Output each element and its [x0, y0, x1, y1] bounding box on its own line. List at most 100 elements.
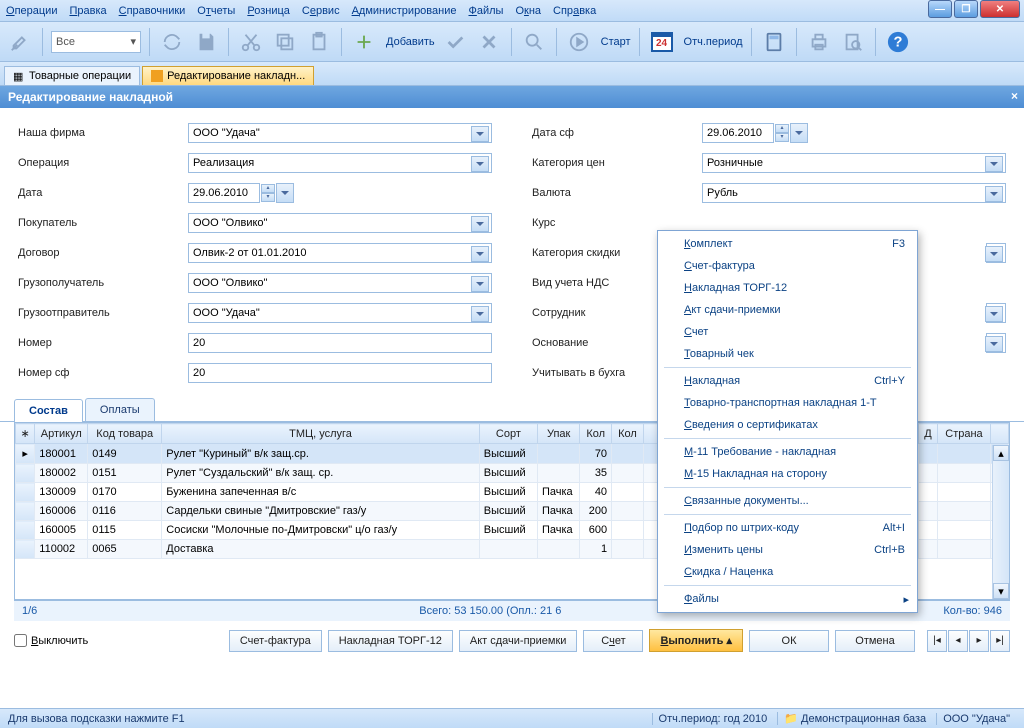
- menu-admin[interactable]: Администрирование: [352, 5, 457, 17]
- datesf-picker[interactable]: [790, 123, 808, 143]
- add-label[interactable]: Добавить: [386, 36, 435, 48]
- save-icon[interactable]: [192, 28, 220, 56]
- label-rate: Курс: [532, 217, 702, 229]
- menu-retail[interactable]: Розница: [247, 5, 290, 17]
- nav-last[interactable]: ▸|: [990, 630, 1010, 652]
- input-buyer[interactable]: ООО "Олвико": [188, 213, 492, 233]
- disable-checkbox[interactable]: Выключить: [14, 634, 88, 647]
- menu-reports[interactable]: Отчеты: [197, 5, 235, 17]
- tab-composition[interactable]: Состав: [14, 399, 83, 422]
- input-consignor[interactable]: ООО "Удача": [188, 303, 492, 323]
- input-basis[interactable]: [986, 333, 1006, 353]
- input-date[interactable]: 29.06.2010: [188, 183, 260, 203]
- delete-icon[interactable]: [475, 28, 503, 56]
- col-qty[interactable]: Кол: [580, 424, 612, 444]
- input-firm[interactable]: ООО "Удача": [188, 123, 492, 143]
- input-operation[interactable]: Реализация: [188, 153, 492, 173]
- calendar-icon[interactable]: 24: [648, 28, 676, 56]
- menu-item[interactable]: Связанные документы...: [660, 490, 915, 512]
- menu-service[interactable]: Сервис: [302, 5, 340, 17]
- btn-act[interactable]: Акт сдачи-приемки: [459, 630, 578, 652]
- nav-next[interactable]: ▸: [969, 630, 989, 652]
- period-label[interactable]: Отч.период: [684, 36, 743, 48]
- datesf-spinner[interactable]: ▴▾: [775, 124, 789, 142]
- menu-edit[interactable]: Правка: [69, 5, 106, 17]
- filter-combo[interactable]: Все▾: [51, 31, 141, 53]
- date-picker[interactable]: [276, 183, 294, 203]
- window-minimize[interactable]: —: [928, 0, 952, 18]
- menu-item[interactable]: Товарный чек: [660, 343, 915, 365]
- window-close[interactable]: ✕: [980, 0, 1020, 18]
- input-contract[interactable]: Олвик-2 от 01.01.2010: [188, 243, 492, 263]
- input-disc-cat[interactable]: [986, 243, 1006, 263]
- check-icon[interactable]: [441, 28, 469, 56]
- btn-invoice[interactable]: Счет-фактура: [229, 630, 322, 652]
- paste-icon[interactable]: [305, 28, 333, 56]
- col-sort[interactable]: Сорт: [479, 424, 537, 444]
- input-price-cat[interactable]: Розничные: [702, 153, 1006, 173]
- play-icon[interactable]: [565, 28, 593, 56]
- input-number-sf[interactable]: 20: [188, 363, 492, 383]
- menu-item[interactable]: НакладнаяCtrl+Y: [660, 370, 915, 392]
- menu-item[interactable]: Счет: [660, 321, 915, 343]
- refresh-icon[interactable]: [158, 28, 186, 56]
- col-indicator[interactable]: ∗: [16, 424, 35, 444]
- btn-ok[interactable]: ОК: [749, 630, 829, 652]
- add-icon[interactable]: [350, 28, 378, 56]
- btn-torg12[interactable]: Накладная ТОРГ-12: [328, 630, 453, 652]
- copy-icon[interactable]: [271, 28, 299, 56]
- menu-item[interactable]: Сведения о сертификатах: [660, 414, 915, 436]
- start-label[interactable]: Старт: [601, 36, 631, 48]
- window-maximize[interactable]: ❐: [954, 0, 978, 18]
- menu-item[interactable]: КомплектF3: [660, 233, 915, 255]
- btn-bill[interactable]: Счет: [583, 630, 643, 652]
- col-d[interactable]: Д: [918, 424, 937, 444]
- doctab-edit-invoice[interactable]: Редактирование накладн...: [142, 66, 314, 85]
- menu-help[interactable]: Справка: [553, 5, 596, 17]
- search-icon[interactable]: [520, 28, 548, 56]
- input-currency[interactable]: Рубль: [702, 183, 1006, 203]
- menu-operations[interactable]: Операции: [6, 5, 57, 17]
- menu-files[interactable]: Файлы: [468, 5, 503, 17]
- tab-payments[interactable]: Оплаты: [85, 398, 155, 421]
- col-name[interactable]: ТМЦ, услуга: [162, 424, 480, 444]
- help-icon[interactable]: ?: [884, 28, 912, 56]
- date-spinner[interactable]: ▴▾: [261, 184, 275, 202]
- menu-item[interactable]: Акт сдачи-приемки: [660, 299, 915, 321]
- col-qty2[interactable]: Кол: [612, 424, 644, 444]
- menu-item[interactable]: Скидка / Наценка: [660, 561, 915, 583]
- calc-icon[interactable]: [760, 28, 788, 56]
- menu-refs[interactable]: Справочники: [119, 5, 186, 17]
- menu-item[interactable]: Накладная ТОРГ-12: [660, 277, 915, 299]
- nav-prev[interactable]: ◂: [948, 630, 968, 652]
- doctab-operations[interactable]: ▦ Товарные операции: [4, 66, 140, 85]
- grid-icon: ▦: [13, 70, 25, 82]
- input-employee[interactable]: [986, 303, 1006, 323]
- input-date-sf[interactable]: 29.06.2010: [702, 123, 774, 143]
- btn-execute[interactable]: Выполнить ▴: [649, 629, 743, 652]
- col-code[interactable]: Код товара: [88, 424, 162, 444]
- menu-item[interactable]: Счет-фактура: [660, 255, 915, 277]
- menu-item[interactable]: Подбор по штрих-кодуAlt+I: [660, 517, 915, 539]
- menu-item[interactable]: Товарно-транспортная накладная 1-Т: [660, 392, 915, 414]
- menu-item[interactable]: Файлы: [660, 588, 915, 610]
- input-number[interactable]: 20: [188, 333, 492, 353]
- form-close[interactable]: ×: [1011, 89, 1018, 103]
- tools-icon[interactable]: [6, 28, 34, 56]
- input-consignee[interactable]: ООО "Олвико": [188, 273, 492, 293]
- btn-cancel[interactable]: Отмена: [835, 630, 915, 652]
- nav-first[interactable]: |◂: [927, 630, 947, 652]
- menu-item[interactable]: Изменить ценыCtrl+B: [660, 539, 915, 561]
- cut-icon[interactable]: [237, 28, 265, 56]
- col-pack[interactable]: Упак: [537, 424, 579, 444]
- menu-windows[interactable]: Окна: [515, 5, 541, 17]
- col-country[interactable]: Страна: [938, 424, 991, 444]
- menu-item[interactable]: М-11 Требование - накладная: [660, 441, 915, 463]
- status-db: 📁 Демонстрационная база: [777, 712, 932, 725]
- col-article[interactable]: Артикул: [35, 424, 88, 444]
- print-icon[interactable]: [805, 28, 833, 56]
- label-consignor: Грузоотправитель: [18, 307, 188, 319]
- preview-icon[interactable]: [839, 28, 867, 56]
- grid-scrollbar[interactable]: ▴▾: [992, 445, 1009, 599]
- menu-item[interactable]: М-15 Накладная на сторону: [660, 463, 915, 485]
